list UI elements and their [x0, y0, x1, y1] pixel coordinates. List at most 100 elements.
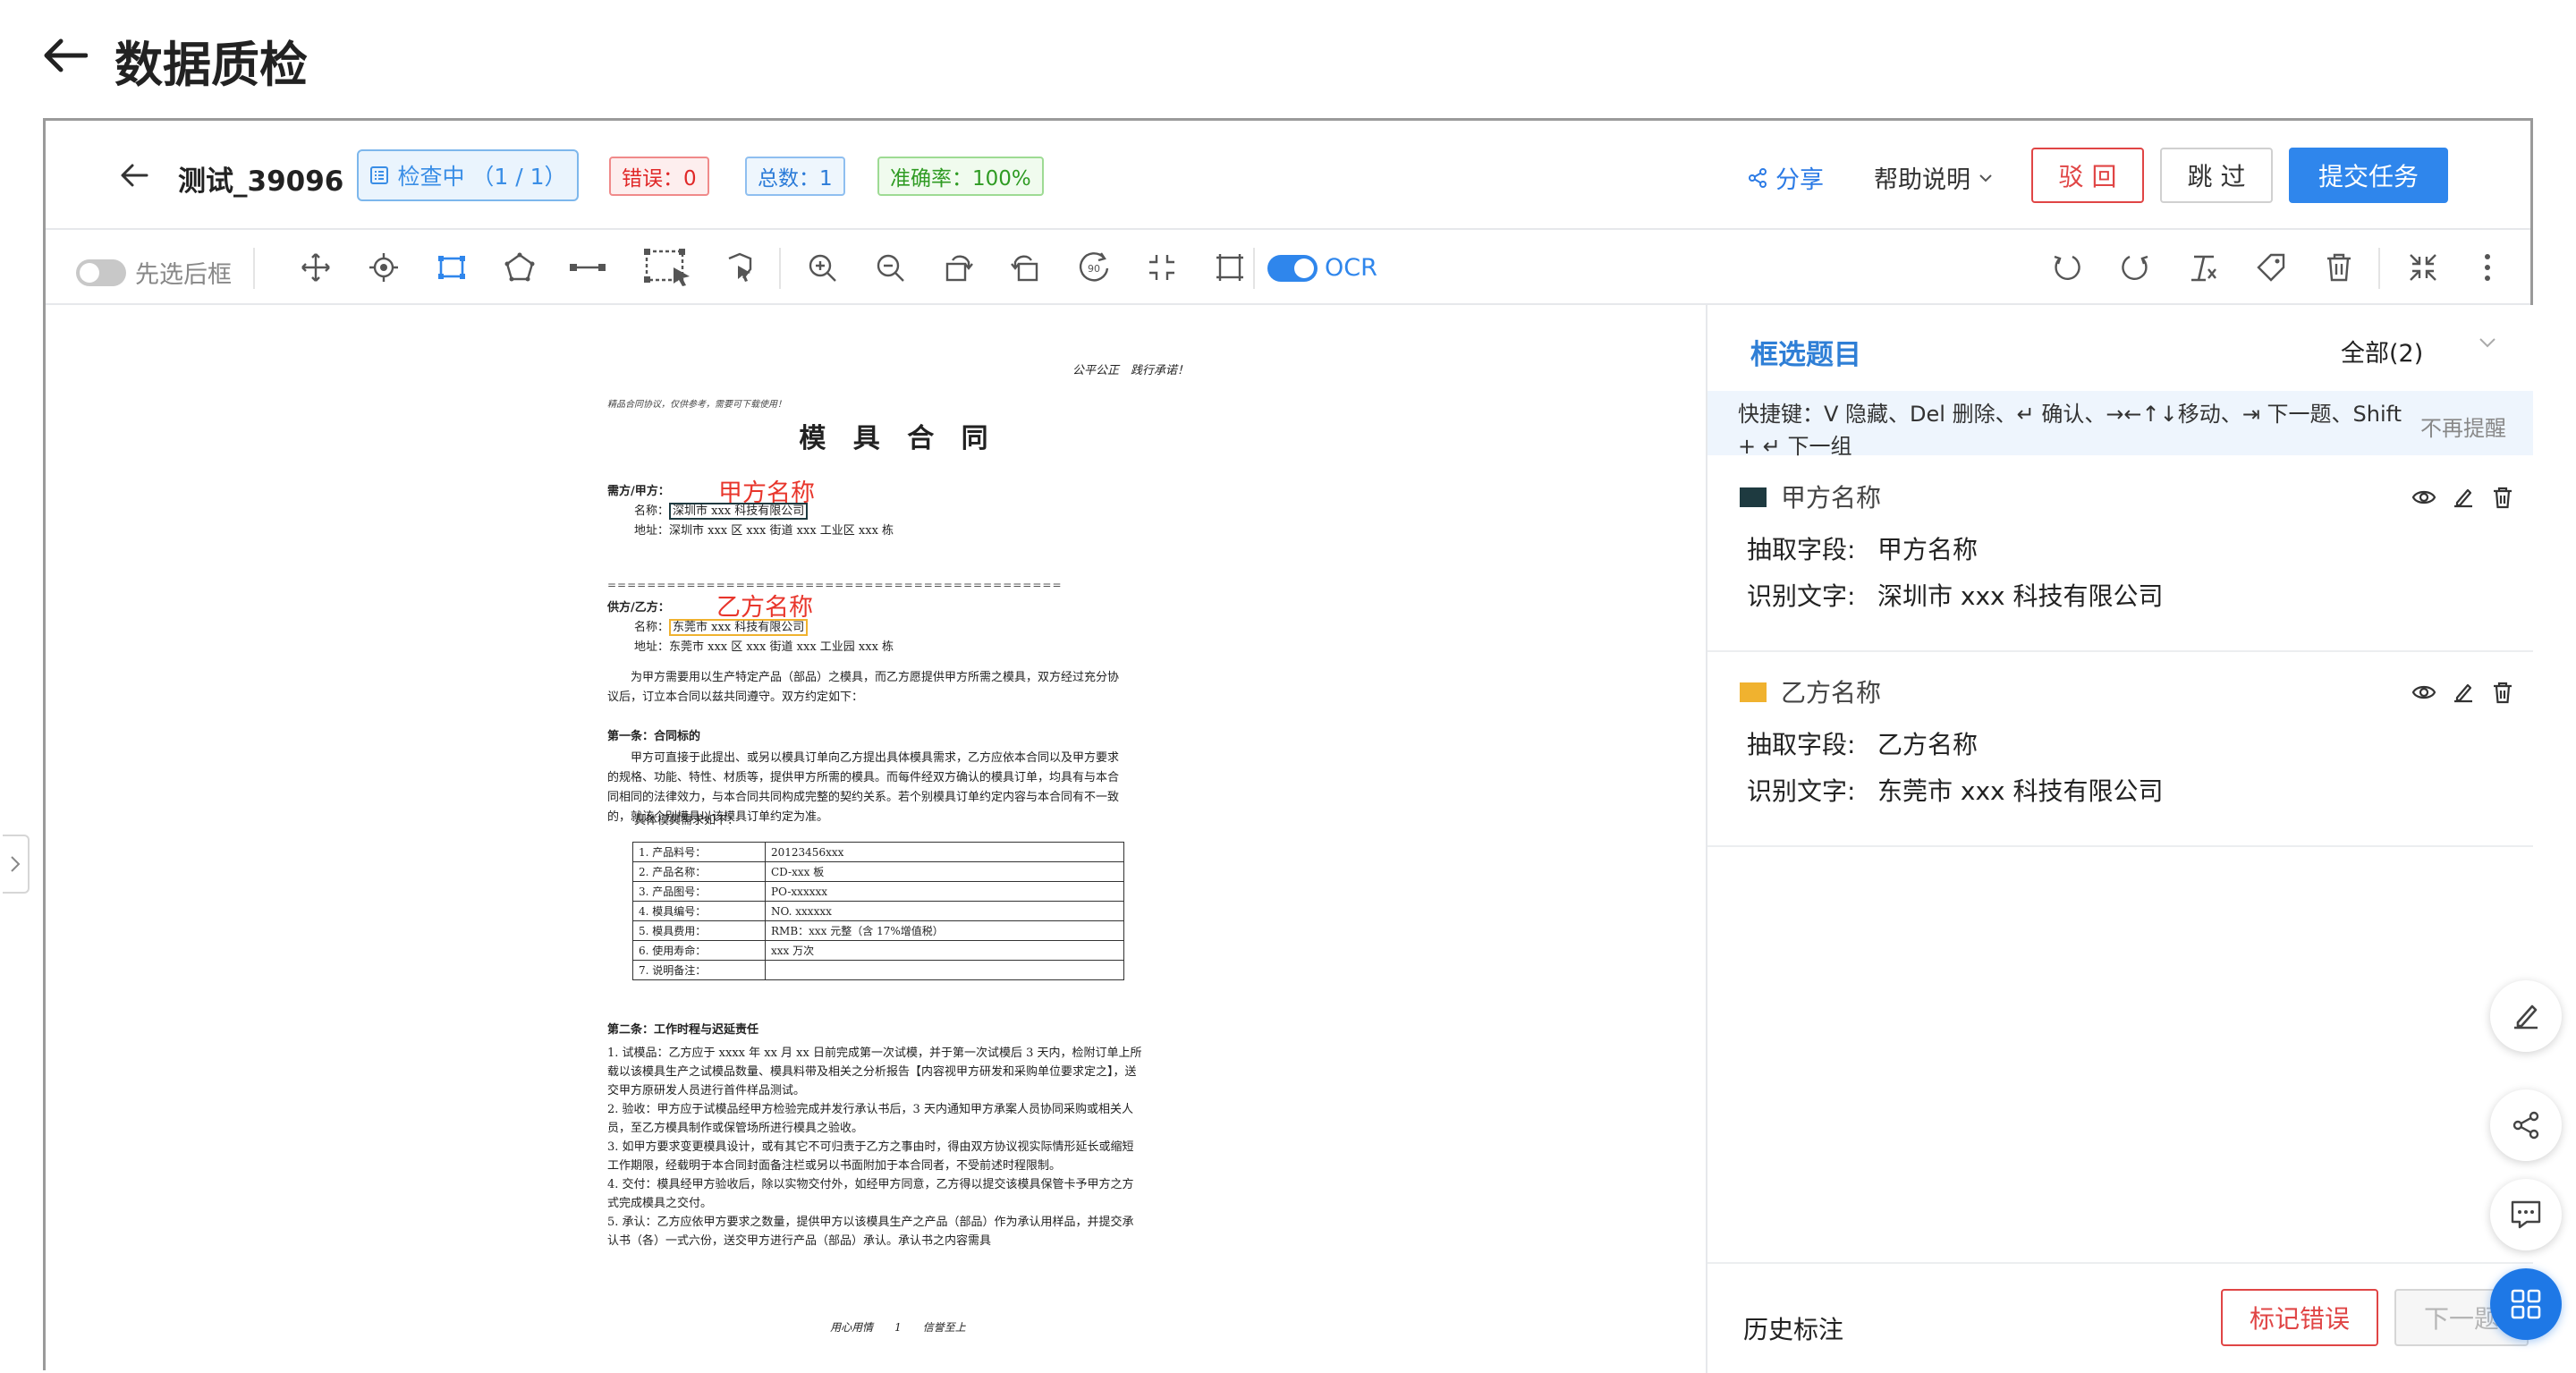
smart-select-icon[interactable]: [641, 246, 695, 289]
history-annotations-link[interactable]: 历史标注: [1743, 1310, 1843, 1346]
toolbar-divider: [253, 248, 255, 289]
page-header: 数据质检: [0, 0, 2576, 116]
page-title: 数据质检: [114, 37, 308, 93]
article-2-items: 1. 试模品：乙方应于 xxxx 年 xx 月 xx 日前完成第一次试模，并于第…: [607, 1044, 1144, 1250]
error-count-tag: 错误：0: [609, 157, 709, 196]
checklist-icon: [370, 166, 389, 184]
doc-footer: 用心用情 1 信誉至上: [830, 1321, 966, 1334]
zoom-out-icon[interactable]: [869, 246, 911, 289]
floating-edit-button[interactable]: [2490, 980, 2562, 1052]
party-b-heading: 供方/乙方：: [607, 601, 670, 614]
article-2-item: 1. 试模品：乙方应于 xxxx 年 xx 月 xx 日前完成第一次试模，并于第…: [607, 1047, 1142, 1098]
extract-field-row: 抽取字段: 乙方名称: [1747, 725, 1978, 761]
annotation-box-party-b[interactable]: 东莞市 xxx 科技有限公司: [669, 619, 809, 636]
doc-title: 模 具 合 同: [799, 423, 997, 454]
ocr-toggle[interactable]: OCR: [1267, 254, 1377, 282]
table-value-cell: RMB：xxx 元整（含 17%增值税）: [765, 920, 1124, 941]
panel-header: 框选题目 全部(2): [1707, 305, 2533, 394]
ocr-label: OCR: [1325, 254, 1377, 282]
help-label: 帮助说明: [1874, 166, 1970, 194]
share-button[interactable]: 分享: [1747, 160, 1824, 195]
recognized-text-value: 东莞市 xxx 科技有限公司: [1877, 776, 2164, 806]
article-2-item: 4. 交付：模具经甲方验收后，除以实物交付外，如经甲方同意，乙方得以提交该模具保…: [607, 1178, 1134, 1210]
skip-button[interactable]: 跳 过: [2160, 148, 2273, 203]
line-icon[interactable]: [566, 246, 609, 289]
toggle-switch-off[interactable]: [76, 258, 126, 286]
party-a-name-label: 名称：: [634, 504, 670, 518]
table-value-cell: NO. xxxxxx: [765, 901, 1124, 921]
task-back-arrow-icon[interactable]: [114, 155, 155, 196]
annotation-card[interactable]: 甲方名称 抽取字段: 甲方名称 识别文字: 深圳市 xxx 科技有限公司: [1707, 457, 2533, 652]
article-2-item: 2. 验收：甲方应于试模品经甲方检验完成并发行承认书后，3 天内通知甲方承案人员…: [607, 1103, 1133, 1135]
floating-share-button[interactable]: [2490, 1089, 2562, 1161]
table-value-cell: CD-xxx 板: [765, 861, 1124, 882]
expand-left-panel-button[interactable]: [3, 835, 30, 894]
more-icon[interactable]: [2466, 246, 2509, 289]
polygon-icon[interactable]: [498, 246, 541, 289]
undo-icon[interactable]: [2046, 246, 2089, 289]
extract-field-value: 乙方名称: [1877, 730, 1979, 759]
trash-icon[interactable]: [2487, 677, 2518, 708]
chevron-down-icon[interactable]: [2477, 332, 2498, 357]
eye-icon[interactable]: [2409, 482, 2439, 513]
trash-icon[interactable]: [2487, 482, 2518, 513]
task-name: 测试_39096: [178, 165, 344, 198]
table-key-cell: 5. 模具费用：: [632, 920, 766, 941]
article-1-title: 第一条：合同标的: [607, 730, 701, 743]
annotation-box-party-a[interactable]: 深圳市 xxx 科技有限公司: [669, 503, 809, 520]
table-key-cell: 4. 模具编号：: [632, 901, 766, 921]
eye-icon[interactable]: [2409, 677, 2439, 708]
floating-comment-button[interactable]: [2490, 1179, 2562, 1250]
fullscreen-icon[interactable]: [2402, 246, 2445, 289]
table-row: 1. 产品料号： 20123456xxx: [632, 842, 1124, 862]
rotate-right-icon[interactable]: [1004, 246, 1047, 289]
delete-icon[interactable]: [2318, 246, 2360, 289]
article-2-item: 5. 承认：乙方应依甲方要求之数量，提供甲方以该模具生产之产品（部品）作为承认用…: [607, 1216, 1134, 1248]
toolbar-divider: [1253, 248, 1255, 289]
move-icon[interactable]: [294, 246, 337, 289]
table-row: 2. 产品名称： CD-xxx 板: [632, 861, 1124, 882]
help-dropdown[interactable]: 帮助说明: [1874, 160, 1994, 195]
requirement-label: 具体模具需求如下：: [634, 814, 740, 827]
shortcut-hint-text: 快捷键：V 隐藏、Del 删除、↵ 确认、→←↑↓移动、⇥ 下一题、Shift …: [1738, 402, 2402, 459]
edit-icon[interactable]: [2448, 677, 2479, 708]
submit-task-button[interactable]: 提交任务: [2289, 148, 2448, 203]
party-a-address: 地址：深圳市 xxx 区 xxx 街道 xxx 工业区 xxx 栋: [634, 524, 894, 538]
tag-icon[interactable]: [2250, 246, 2292, 289]
accuracy-tag: 准确率：100%: [877, 157, 1044, 196]
dismiss-hint-link[interactable]: 不再提醒: [2420, 411, 2506, 442]
fit-icon[interactable]: [1140, 246, 1183, 289]
svg-text:90: 90: [1088, 263, 1100, 275]
rect-icon[interactable]: [430, 246, 473, 289]
table-row: 6. 使用寿命： xxx 万次: [632, 940, 1124, 961]
clear-icon[interactable]: [2182, 246, 2224, 289]
table-key-cell: 7. 说明备注：: [632, 960, 766, 980]
zoom-in-icon[interactable]: [801, 246, 843, 289]
total-count-tag: 总数：1: [745, 157, 845, 196]
party-b-name-label: 名称：: [634, 621, 670, 634]
share-icon: [2512, 1111, 2539, 1140]
party-b-address: 地址：东莞市 xxx 区 xxx 街道 xxx 工业园 xxx 栋: [634, 640, 894, 654]
page-back-arrow-icon[interactable]: [38, 32, 91, 79]
cursor-select-icon[interactable]: [718, 246, 761, 289]
mark-error-button[interactable]: 标记错误: [2221, 1289, 2378, 1346]
task-bar: 测试_39096 检查中 （1 / 1） 错误：0 总数：1 准确率：100% …: [46, 121, 2530, 230]
reject-button[interactable]: 驳 回: [2031, 148, 2144, 203]
extract-field-row: 抽取字段: 甲方名称: [1747, 530, 1978, 566]
annotation-card[interactable]: 乙方名称 抽取字段: 乙方名称 识别文字: 东莞市 xxx 科技有限公司: [1707, 652, 2533, 847]
redo-icon[interactable]: [2114, 246, 2157, 289]
recognized-text-row: 识别文字: 深圳市 xxx 科技有限公司: [1747, 577, 2164, 613]
floating-apps-button[interactable]: [2490, 1268, 2562, 1340]
filter-select[interactable]: 全部(2): [2341, 334, 2423, 369]
point-icon[interactable]: [362, 246, 405, 289]
box-first-toggle[interactable]: 先选后框: [76, 255, 232, 290]
image-canvas[interactable]: 公平公正 践行承诺！ 精品合同协议，仅供参考，需要可下载使用！ 模 具 合 同 …: [3, 305, 1706, 1373]
toggle-switch-on[interactable]: [1267, 254, 1318, 282]
rotate-90-icon[interactable]: 90: [1072, 246, 1115, 289]
table-row: 3. 产品图号： PO-xxxxxx: [632, 881, 1124, 902]
status-tag: 检查中 （1 / 1）: [357, 149, 579, 201]
toolbar-divider: [2378, 248, 2380, 289]
crop-icon[interactable]: [1208, 246, 1251, 289]
edit-icon[interactable]: [2448, 482, 2479, 513]
rotate-left-icon[interactable]: [936, 246, 979, 289]
